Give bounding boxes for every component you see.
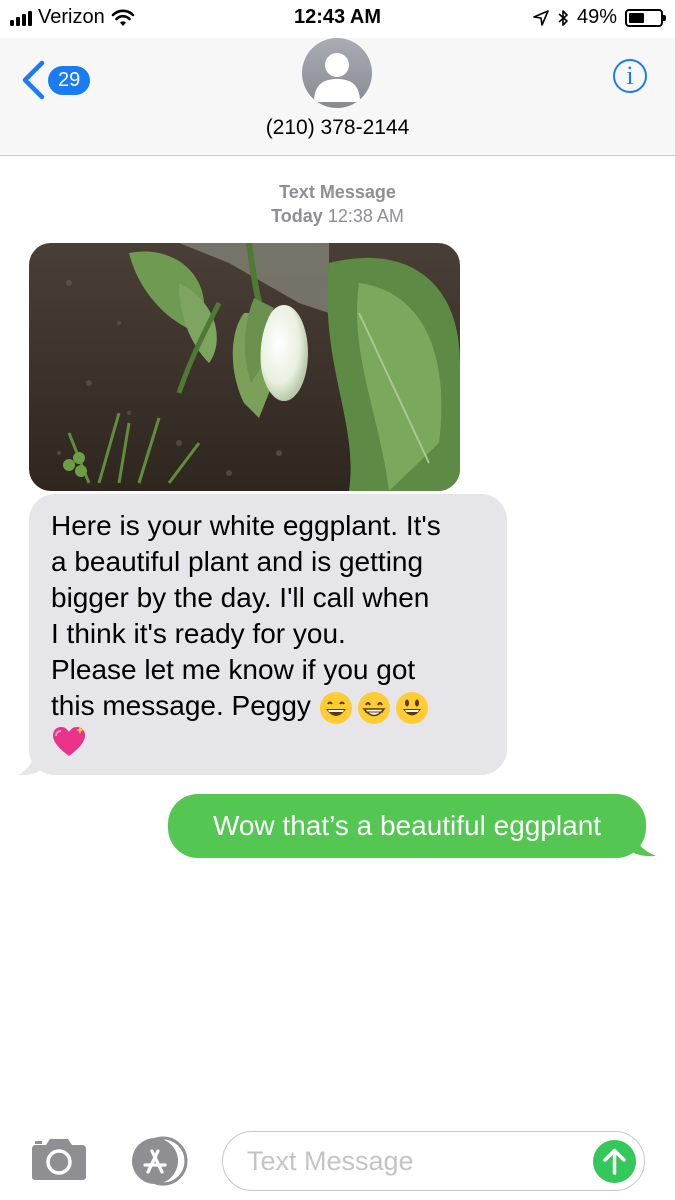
message-line: bigger by the day. I'll call when [51, 582, 430, 613]
messages-screen: Verizon 12:43 AM 49% 29 (210) 378-2144 i… [0, 0, 675, 1200]
send-button[interactable] [593, 1140, 636, 1183]
avatar[interactable] [302, 38, 372, 108]
info-icon[interactable]: i [613, 59, 647, 93]
conversation-header: 29 (210) 378-2144 i [0, 38, 675, 156]
day-label: Today [271, 206, 323, 226]
incoming-message[interactable]: Here is your white eggplant. It's a beau… [29, 494, 507, 775]
grinning-face-emoji-icon [319, 691, 352, 724]
beaming-face-emoji-icon [357, 691, 390, 724]
message-line: Please let me know if you got [51, 654, 416, 685]
message-line: this message. Peggy [51, 688, 493, 725]
message-line [51, 725, 493, 768]
person-silhouette-icon [314, 53, 360, 102]
contact-number[interactable]: (210) 378-2144 [0, 116, 675, 140]
thread-timestamp: Text Message Today 12:38 AM [0, 180, 675, 228]
eggplant-photo [29, 243, 460, 491]
app-store-button[interactable] [125, 1136, 191, 1191]
photo-message[interactable] [29, 243, 460, 491]
camera-button[interactable] [30, 1137, 88, 1186]
outgoing-message[interactable]: Wow that’s a beautiful eggplant [168, 794, 646, 858]
location-arrow-icon [533, 9, 549, 26]
incoming-bubble-tail [18, 748, 46, 776]
app-store-icon [132, 1136, 188, 1186]
outgoing-bubble-tail [630, 828, 656, 857]
battery-percent: 49% [576, 6, 617, 28]
emoji-group [319, 691, 429, 725]
unread-count-badge: 29 [48, 65, 91, 95]
message-line: a beautiful plant and is getting [51, 546, 424, 577]
message-line: Here is your white eggplant. It's [51, 510, 441, 541]
battery-icon [625, 8, 666, 27]
smiling-face-emoji-icon [395, 691, 428, 724]
message-input-placeholder: Text Message [247, 1146, 414, 1176]
message-line: I think it's ready for you. [51, 618, 346, 649]
camera-icon [32, 1139, 86, 1180]
battery-level-fill [629, 12, 644, 23]
back-button[interactable]: 29 [20, 60, 91, 100]
message-input[interactable]: Text Message [222, 1131, 645, 1191]
chevron-left-icon [22, 60, 45, 100]
bluetooth-icon [558, 9, 568, 26]
time-label: 12:38 AM [327, 206, 404, 226]
send-arrow-icon [603, 1148, 626, 1175]
message-line-text: this message. Peggy [51, 690, 311, 721]
status-bar: Verizon 12:43 AM 49% [0, 0, 675, 38]
service-label: Text Message [279, 182, 396, 202]
status-right: 49% [533, 6, 666, 29]
sparkling-heart-emoji-icon [53, 725, 85, 756]
